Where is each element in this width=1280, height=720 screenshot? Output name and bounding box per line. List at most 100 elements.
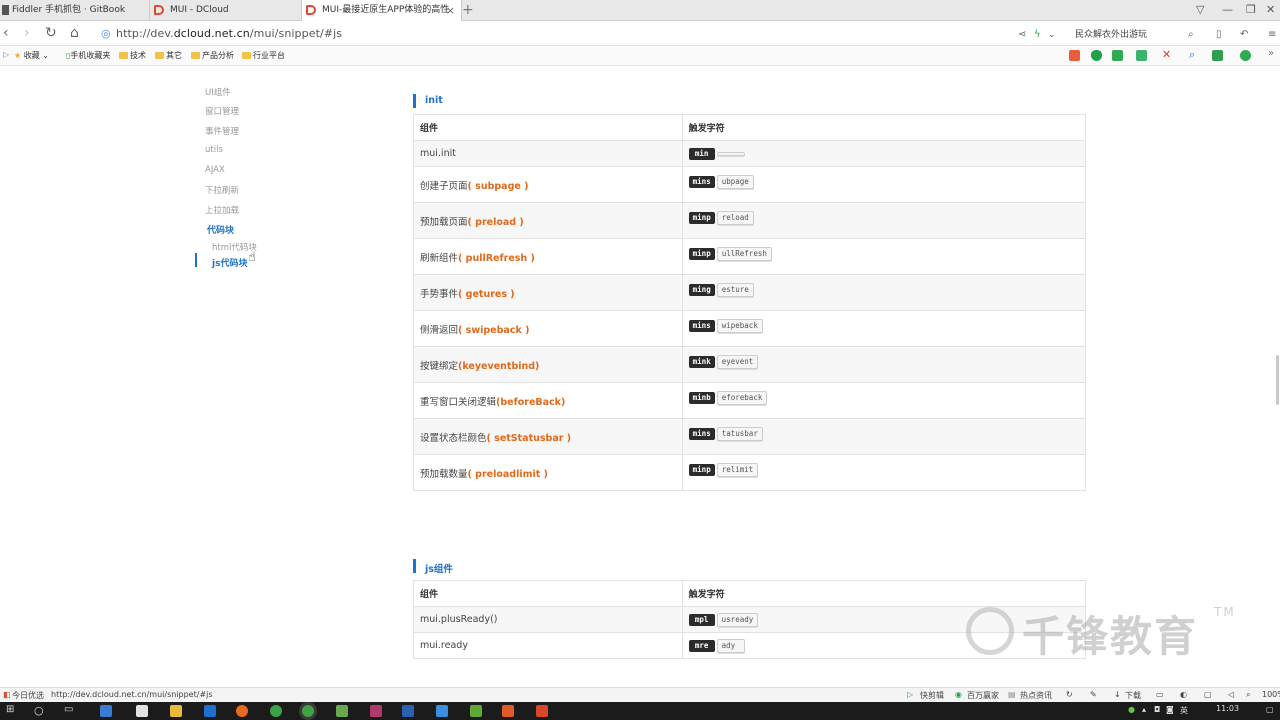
zoom-icon[interactable]: ⌕ (1246, 690, 1250, 700)
translate-icon[interactable] (1136, 50, 1147, 61)
component-hint: ( setStatusbar ) (486, 432, 572, 444)
status-item[interactable]: 下载 (1125, 690, 1141, 701)
sidebar-item-ajax[interactable]: AJAX (205, 165, 225, 175)
app4-icon[interactable] (470, 705, 482, 717)
firefox-icon[interactable] (236, 705, 248, 717)
status-item[interactable]: 热点资讯 (1020, 690, 1052, 701)
trigger-key: minb (688, 392, 715, 404)
app5-icon[interactable] (536, 705, 548, 717)
shield-check-icon[interactable] (1240, 50, 1251, 61)
folder-icon[interactable] (170, 705, 182, 717)
zoom-level[interactable]: 100% (1262, 690, 1280, 699)
minimize-icon[interactable]: — (1222, 0, 1233, 20)
close-tab-icon[interactable]: × (446, 0, 455, 21)
bookmark-industry[interactable]: 行业平台 (242, 50, 285, 61)
undo-icon[interactable]: ↶ (1240, 27, 1248, 43)
chrome-icon[interactable] (270, 705, 282, 717)
component-cell: mui.init (413, 140, 683, 167)
sidebar-item-pulldown[interactable]: 下拉刷新 (205, 184, 239, 196)
tray-icon[interactable]: ◙ (1166, 705, 1174, 714)
app3-icon[interactable] (436, 705, 448, 717)
edge-icon[interactable] (204, 705, 216, 717)
sidebar-item-ui[interactable]: UI组件 (205, 86, 231, 98)
close-x-icon[interactable]: ✕ (1162, 48, 1173, 61)
bookmark-other[interactable]: 其它 (155, 50, 182, 61)
download-icon: ↓ (1114, 690, 1121, 699)
shield-icon[interactable] (1091, 50, 1102, 61)
restore-icon[interactable]: ❐ (1246, 0, 1256, 20)
search-suggestion[interactable]: 民众解衣外出游玩 (1075, 27, 1147, 40)
notes-icon[interactable] (336, 705, 348, 717)
search-icon[interactable]: ⌕ (1188, 27, 1194, 43)
snippet-table-init: 组件 触发字符 mui.init min 创建子页面( subpage ) mins u… (413, 114, 1087, 491)
word-icon[interactable] (402, 705, 414, 717)
app-icon[interactable] (100, 705, 112, 717)
reload-icon[interactable]: ↻ (45, 25, 57, 41)
sidebar-item-event[interactable]: 事件管理 (205, 125, 239, 137)
start-icon[interactable]: ⊞ (6, 704, 14, 715)
tab-gitbook[interactable]: Fiddler 手机抓包 · GitBook (0, 0, 150, 21)
close-window-icon[interactable]: ✕ (1266, 0, 1275, 20)
menu-icon[interactable]: ≡ (1268, 27, 1276, 43)
shirt-skin-icon[interactable]: ▽ (1196, 0, 1204, 20)
component-hint: ( subpage ) (467, 180, 529, 192)
browser-icon[interactable] (302, 705, 314, 717)
tab-dcloud[interactable]: MUI - DCloud (150, 0, 302, 21)
status-item[interactable]: 快剪辑 (920, 690, 944, 701)
trigger-rest: tatusbar (716, 427, 763, 441)
status-item[interactable]: 百万赢家 (967, 690, 999, 701)
home-icon[interactable]: ⌂ (70, 25, 79, 41)
share-icon[interactable]: ⋖ (1018, 27, 1026, 43)
sidebar-item-window[interactable]: 窗口管理 (205, 105, 239, 117)
task-view-icon[interactable]: ▭ (64, 704, 73, 715)
url-field[interactable]: http://dev.dcloud.net.cn/mui/snippet/#js (116, 27, 342, 40)
status-left-label[interactable]: 今日优选 (12, 690, 44, 701)
app2-icon[interactable] (370, 705, 382, 717)
table-row: 按键绑定(keyeventbind) mink eyevent (413, 346, 1087, 383)
bookmark-favorites[interactable]: ★ 收藏 ⌄ (14, 50, 49, 61)
hbuilder-icon[interactable] (502, 705, 514, 717)
tray-icon[interactable]: ◘ (1154, 705, 1160, 714)
book-ext-icon[interactable] (1112, 50, 1123, 61)
lightning-icon[interactable]: ϟ (1034, 27, 1041, 43)
search-icon[interactable]: ○ (34, 704, 44, 717)
component-hint: ( swipeback ) (458, 324, 530, 336)
ime-icon[interactable]: 英 (1180, 705, 1188, 716)
magnifier-icon[interactable]: ⌕ (1189, 48, 1200, 61)
new-tab-button[interactable]: + (462, 0, 474, 20)
component-cell: 侧滑返回( swipeback ) (413, 310, 683, 347)
bookmark-mobile[interactable]: ▯手机收藏夹 (66, 50, 110, 61)
component-label: 刷新组件 (420, 252, 459, 264)
more-icon[interactable]: » (1268, 48, 1279, 59)
reading-icon[interactable]: ▯ (1216, 27, 1222, 43)
tools-icon[interactable]: ✎ (1090, 690, 1097, 699)
bookmark-tech[interactable]: 技术 (119, 50, 146, 61)
table-row: 创建子页面( subpage ) mins ubpage (413, 166, 1087, 203)
sidebar-item-pullup[interactable]: 上拉加载 (205, 204, 239, 216)
ie-icon[interactable]: ◐ (1180, 690, 1187, 699)
refresh-small-icon[interactable]: ↻ (1066, 690, 1073, 699)
tray-icon[interactable]: ▴ (1142, 705, 1146, 714)
sidebar-subitem-js[interactable]: js代码块 (212, 256, 247, 269)
tab-mui-active[interactable]: MUI-最接近原生APP体验的高性 × (302, 0, 462, 22)
game-icon[interactable] (1212, 50, 1223, 61)
status-bar: ◧ 今日优选 http://dev.dcloud.net.cn/mui/snip… (0, 687, 1280, 702)
sidebar-item-utils[interactable]: utils (205, 145, 223, 155)
clock[interactable]: 11:03 (1216, 704, 1239, 713)
tab-label: MUI-最接近原生APP体验的高性 (322, 5, 450, 15)
scrollbar-thumb[interactable] (1276, 355, 1279, 405)
tray-icon[interactable]: ● (1128, 705, 1135, 714)
sound-icon[interactable]: ◁ (1228, 690, 1234, 699)
sidebar-item-snippet[interactable]: 代码块 (207, 223, 234, 236)
sidebar-toggle-icon[interactable]: ▷ (3, 50, 9, 59)
trigger-key: minp (688, 464, 715, 476)
screen-icon[interactable]: ▢ (1204, 690, 1212, 699)
forward-icon[interactable]: › (24, 25, 30, 41)
window-icon[interactable]: ▭ (1156, 690, 1164, 699)
extension-icon[interactable] (1069, 50, 1080, 61)
store-icon[interactable] (136, 705, 148, 717)
bookmark-product[interactable]: 产品分析 (191, 50, 234, 61)
notification-icon[interactable]: ▢ (1266, 705, 1274, 714)
back-icon[interactable]: ‹ (3, 25, 9, 41)
chevron-down-icon[interactable]: ⌄ (1048, 27, 1056, 43)
